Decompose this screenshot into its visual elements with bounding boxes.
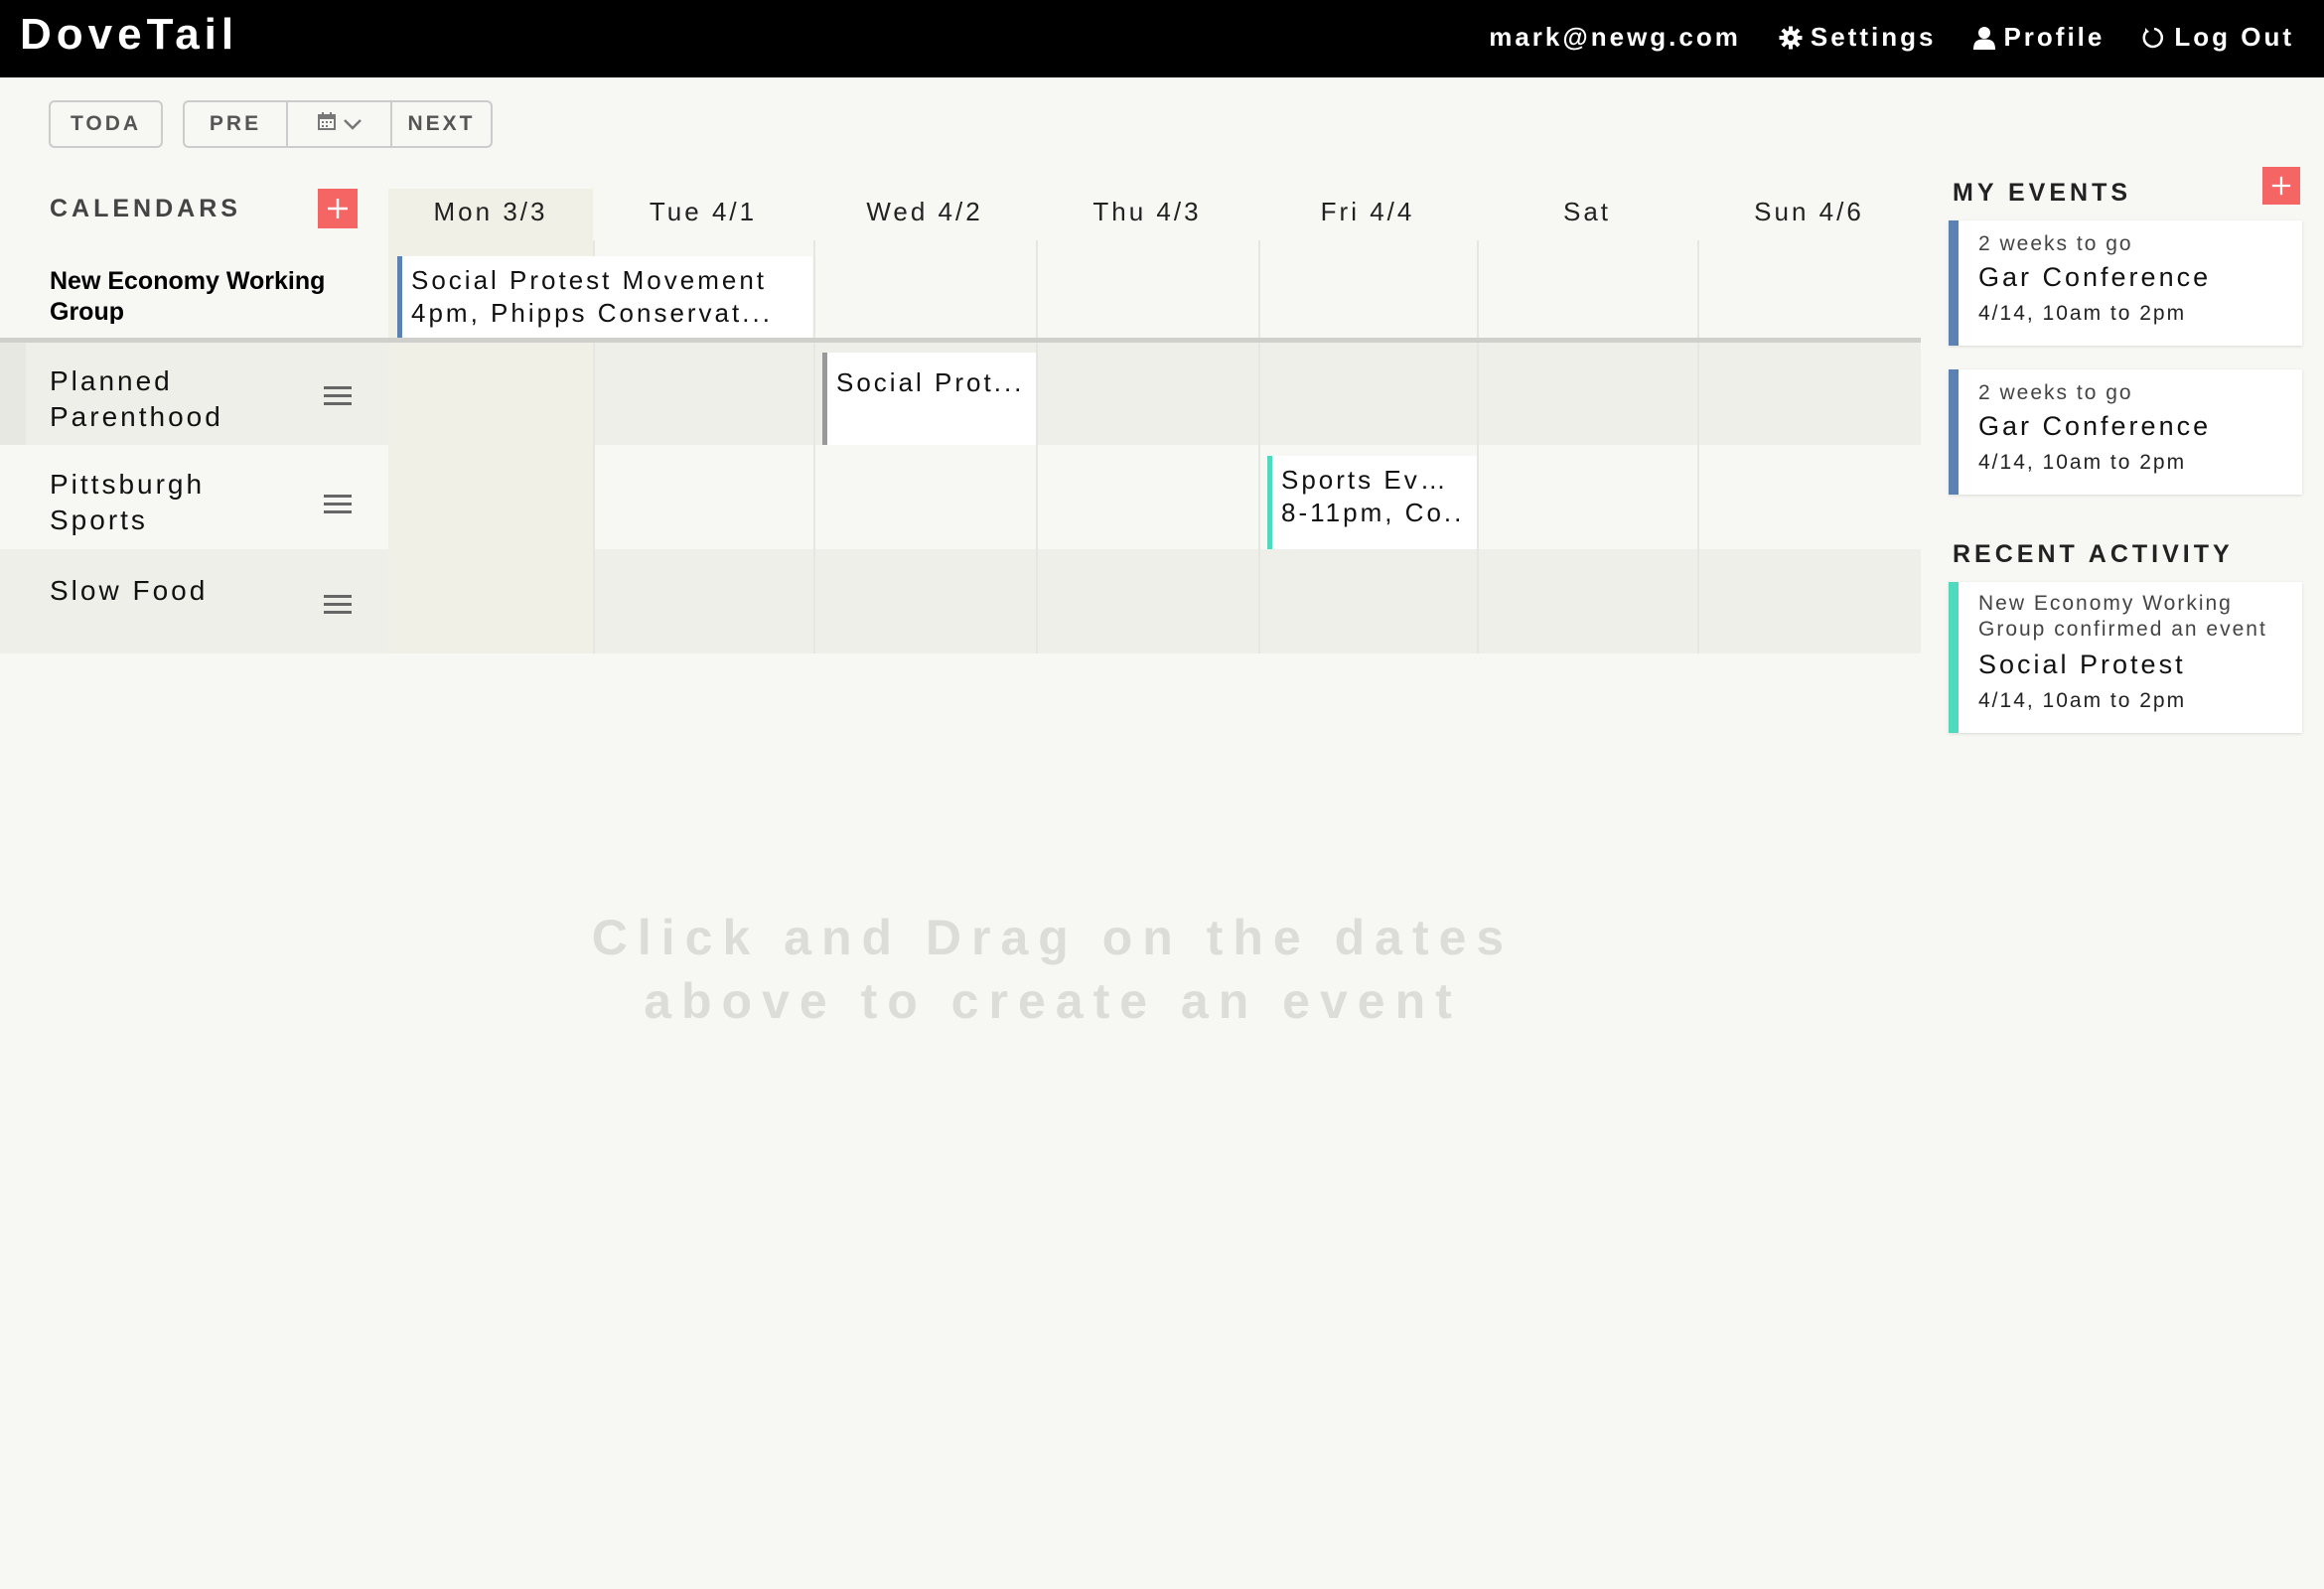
hint-line1: Click and Drag on the dates [591,910,1515,965]
grid-line [1258,240,1260,653]
event-social-protest[interactable]: Social Prot... [822,353,1036,445]
calendar-group-name[interactable]: New Economy Working Group [50,266,377,324]
my-event-card[interactable]: 2 weeks to go Gar Conference 4/14, 10am … [1949,220,2302,346]
add-event-button[interactable] [2262,167,2300,205]
day-header-tue[interactable]: Tue 4/1 [593,197,813,227]
top-nav: mark@newg.com Settings Profile Log Out [1451,22,2294,53]
event-countdown: 2 weeks to go [1978,232,2133,255]
calendar-name-line2: Sports [50,505,148,535]
grid-line [1697,240,1699,653]
plus-icon [326,197,350,220]
settings-label: Settings [1810,22,1937,52]
activity-card[interactable]: New Economy Working Group confirmed an e… [1949,582,2302,733]
event-title: Social Protest Movement [411,265,768,295]
user-email-link[interactable]: mark@newg.com [1489,22,1741,53]
settings-link[interactable]: Settings [1779,22,1937,53]
event-social-protest-movement[interactable]: Social Protest Movement 4pm, Phipps Cons… [397,256,812,338]
card-color-bar [1949,369,1959,495]
calendar-pittsburgh-sports[interactable]: Pittsburgh Sports [50,467,205,538]
menu-icon[interactable] [324,385,352,407]
user-email: mark@newg.com [1489,22,1741,52]
power-icon [2142,26,2166,50]
menu-icon[interactable] [324,494,352,515]
hint-line2: above to create an event [644,973,1462,1029]
today-button[interactable]: TODA [49,100,163,148]
logout-link[interactable]: Log Out [2142,22,2294,53]
card-color-bar [1949,220,1959,346]
date-nav-group: PRE NEXT [183,100,493,148]
day-header-mon[interactable]: Mon 3/3 [388,197,593,227]
calendar-name-line1: Pittsburgh [50,469,206,500]
calendar-name-line1: Slow Food [50,575,209,606]
activity-event-time: 4/14, 10am to 2pm [1978,689,2187,712]
calendar-name-line2: Parenthood [50,401,223,432]
row-band-slowfood [0,549,1921,653]
card-color-bar [1949,582,1959,733]
recent-activity-title: RECENT ACTIVITY [1953,540,2234,568]
event-details: 4pm, Phipps Conservat... [411,298,773,328]
event-time: 4/14, 10am to 2pm [1978,302,2187,325]
next-button[interactable]: NEXT [390,102,491,146]
day-header-fri[interactable]: Fri 4/4 [1258,197,1477,227]
add-calendar-button[interactable] [318,189,358,228]
event-sports[interactable]: Sports Ev… 8-11pm, Co.. [1267,456,1477,549]
grid-line [1036,240,1038,653]
event-title: Social Prot... [836,367,1025,397]
calendar-planned-parenthood[interactable]: Planned Parenthood [50,363,223,435]
logout-label: Log Out [2174,22,2294,52]
event-countdown: 2 weeks to go [1978,381,2133,404]
day-header-wed[interactable]: Wed 4/2 [813,197,1036,227]
row-band-sports [0,445,1921,549]
event-time: 4/14, 10am to 2pm [1978,451,2187,474]
top-bar: DoveTail mark@newg.com Settings Profile … [0,0,2324,77]
calendar-icon [317,112,336,136]
event-name: Gar Conference [1978,262,2212,292]
user-icon [1973,26,1996,50]
event-color-bar [822,353,827,445]
group-separator [0,338,1921,343]
grid-line [813,240,815,653]
event-color-bar [1267,456,1272,549]
calendars-title: CALENDARS [50,195,241,222]
date-picker-button[interactable] [286,102,390,146]
prev-button[interactable]: PRE [185,102,286,146]
event-details: 8-11pm, Co.. [1281,498,1465,527]
calendar-slow-food[interactable]: Slow Food [50,573,208,609]
activity-text-line1: New Economy Working [1978,592,2233,615]
event-title: Sports Ev… [1281,465,1449,495]
my-event-card[interactable]: 2 weeks to go Gar Conference 4/14, 10am … [1949,369,2302,495]
event-name: Gar Conference [1978,411,2212,441]
activity-event-name: Social Protest [1978,650,2186,679]
plus-icon [2270,175,2292,197]
grid-line [1477,240,1479,653]
calendar-name-line1: Planned [50,365,173,396]
activity-text-line2: Group confirmed an event [1978,618,2267,641]
day-header-sat[interactable]: Sat [1477,197,1697,227]
day-header-sun[interactable]: Sun 4/6 [1697,197,1921,227]
menu-icon[interactable] [324,594,352,616]
event-color-bar [397,256,402,338]
create-event-hint: Click and Drag on the dates above to cre… [556,906,1549,1033]
profile-link[interactable]: Profile [1973,22,2105,53]
row-accent [0,343,26,445]
chevron-down-icon [343,112,362,136]
my-events-title: MY EVENTS [1953,179,2132,207]
day-header-thu[interactable]: Thu 4/3 [1036,197,1258,227]
profile-label: Profile [2003,22,2106,52]
gear-icon [1779,26,1803,50]
brand-logo[interactable]: DoveTail [20,10,238,60]
